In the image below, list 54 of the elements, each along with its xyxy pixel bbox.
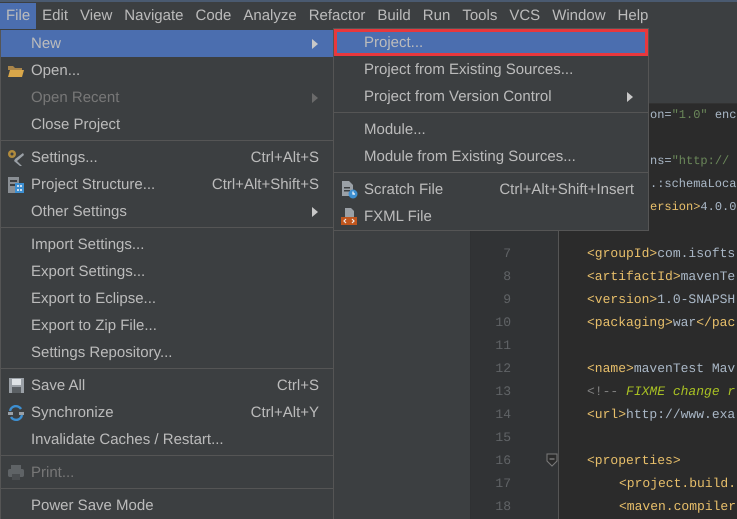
code-line: <url>http://www.exa (587, 407, 736, 422)
menu-item[interactable]: Synchronize Ctrl+Alt+Y (1, 399, 333, 426)
menu-bar-item[interactable]: Refactor (302, 3, 372, 29)
menu-item[interactable]: Export to Eclipse... (1, 285, 333, 312)
code-line: <artifactId>mavenTe (587, 269, 736, 284)
menu-bar-item[interactable]: Navigate (118, 3, 190, 29)
menu-item[interactable]: Settings... Ctrl+Alt+S (1, 144, 333, 171)
code-line: <name>mavenTest Mav (587, 361, 736, 376)
menu-bar-item[interactable]: Window (546, 3, 612, 29)
menu-bar-item[interactable]: View (74, 3, 118, 29)
menu-item[interactable]: Project Structure... Ctrl+Alt+Shift+S (1, 171, 333, 198)
scratch-file-icon (340, 180, 358, 199)
menu-item[interactable]: Project from Version Control (334, 83, 648, 110)
menu-bar-item[interactable]: Tools (456, 3, 504, 29)
code-line: ns="http:// (650, 154, 730, 168)
menu-item[interactable]: Close Project (1, 111, 333, 138)
menu-item[interactable]: Other Settings (1, 198, 333, 225)
menu-bar-item[interactable]: VCS (503, 3, 546, 29)
fxml-file-icon (340, 207, 358, 226)
menu-bar-item[interactable]: Analyze (237, 3, 303, 29)
menu-bar-item[interactable]: Edit (36, 3, 74, 29)
menu-item[interactable]: Power Save Mode (1, 492, 333, 519)
fold-icon[interactable] (546, 453, 558, 467)
sync-icon (7, 404, 25, 422)
menu-item[interactable]: Module from Existing Sources... (334, 143, 648, 170)
code-line: .:schemaLoca (650, 177, 736, 191)
structure-icon (7, 176, 25, 194)
menu-item[interactable]: Export to Zip File... (1, 312, 333, 339)
printer-icon (7, 464, 25, 481)
menu-item[interactable]: FXML File (334, 203, 648, 230)
menu-item[interactable]: Open... (1, 57, 333, 84)
folder-icon (7, 64, 25, 78)
menu-item[interactable]: Project from Existing Sources... (334, 56, 648, 83)
code-line: on="1.0" enc (650, 108, 736, 122)
menu-bar-item[interactable]: Build (371, 3, 417, 29)
menu-item[interactable]: Settings Repository... (1, 339, 333, 366)
code-line: <project.build. (619, 476, 736, 491)
code-line: <properties> (587, 453, 681, 468)
code-line: <maven.compiler (619, 499, 736, 514)
menu-item[interactable]: Scratch File Ctrl+Alt+Shift+Insert (334, 176, 648, 203)
menu-bar-item[interactable]: Run (416, 3, 456, 29)
menu-item[interactable]: Import Settings... (1, 231, 333, 258)
menu-bar-item[interactable]: Help (612, 3, 654, 29)
menu-item[interactable]: Export Settings... (1, 258, 333, 285)
menu-bar-item[interactable]: Code (189, 3, 238, 29)
menu-item[interactable]: Invalidate Caches / Restart... (1, 426, 333, 453)
code-line: <version>1.0-SNAPSH (587, 292, 736, 307)
code-line: <!-- FIXME change r (587, 384, 736, 399)
code-line: ersion>4.0.0 (650, 200, 736, 214)
code-line: <groupId>com.isofts (587, 246, 736, 261)
code-line: <packaging>war</pac (587, 315, 736, 330)
save-icon (8, 377, 24, 394)
menu-item[interactable]: Save All Ctrl+S (1, 372, 333, 399)
menu-item[interactable]: Module... (334, 116, 648, 143)
